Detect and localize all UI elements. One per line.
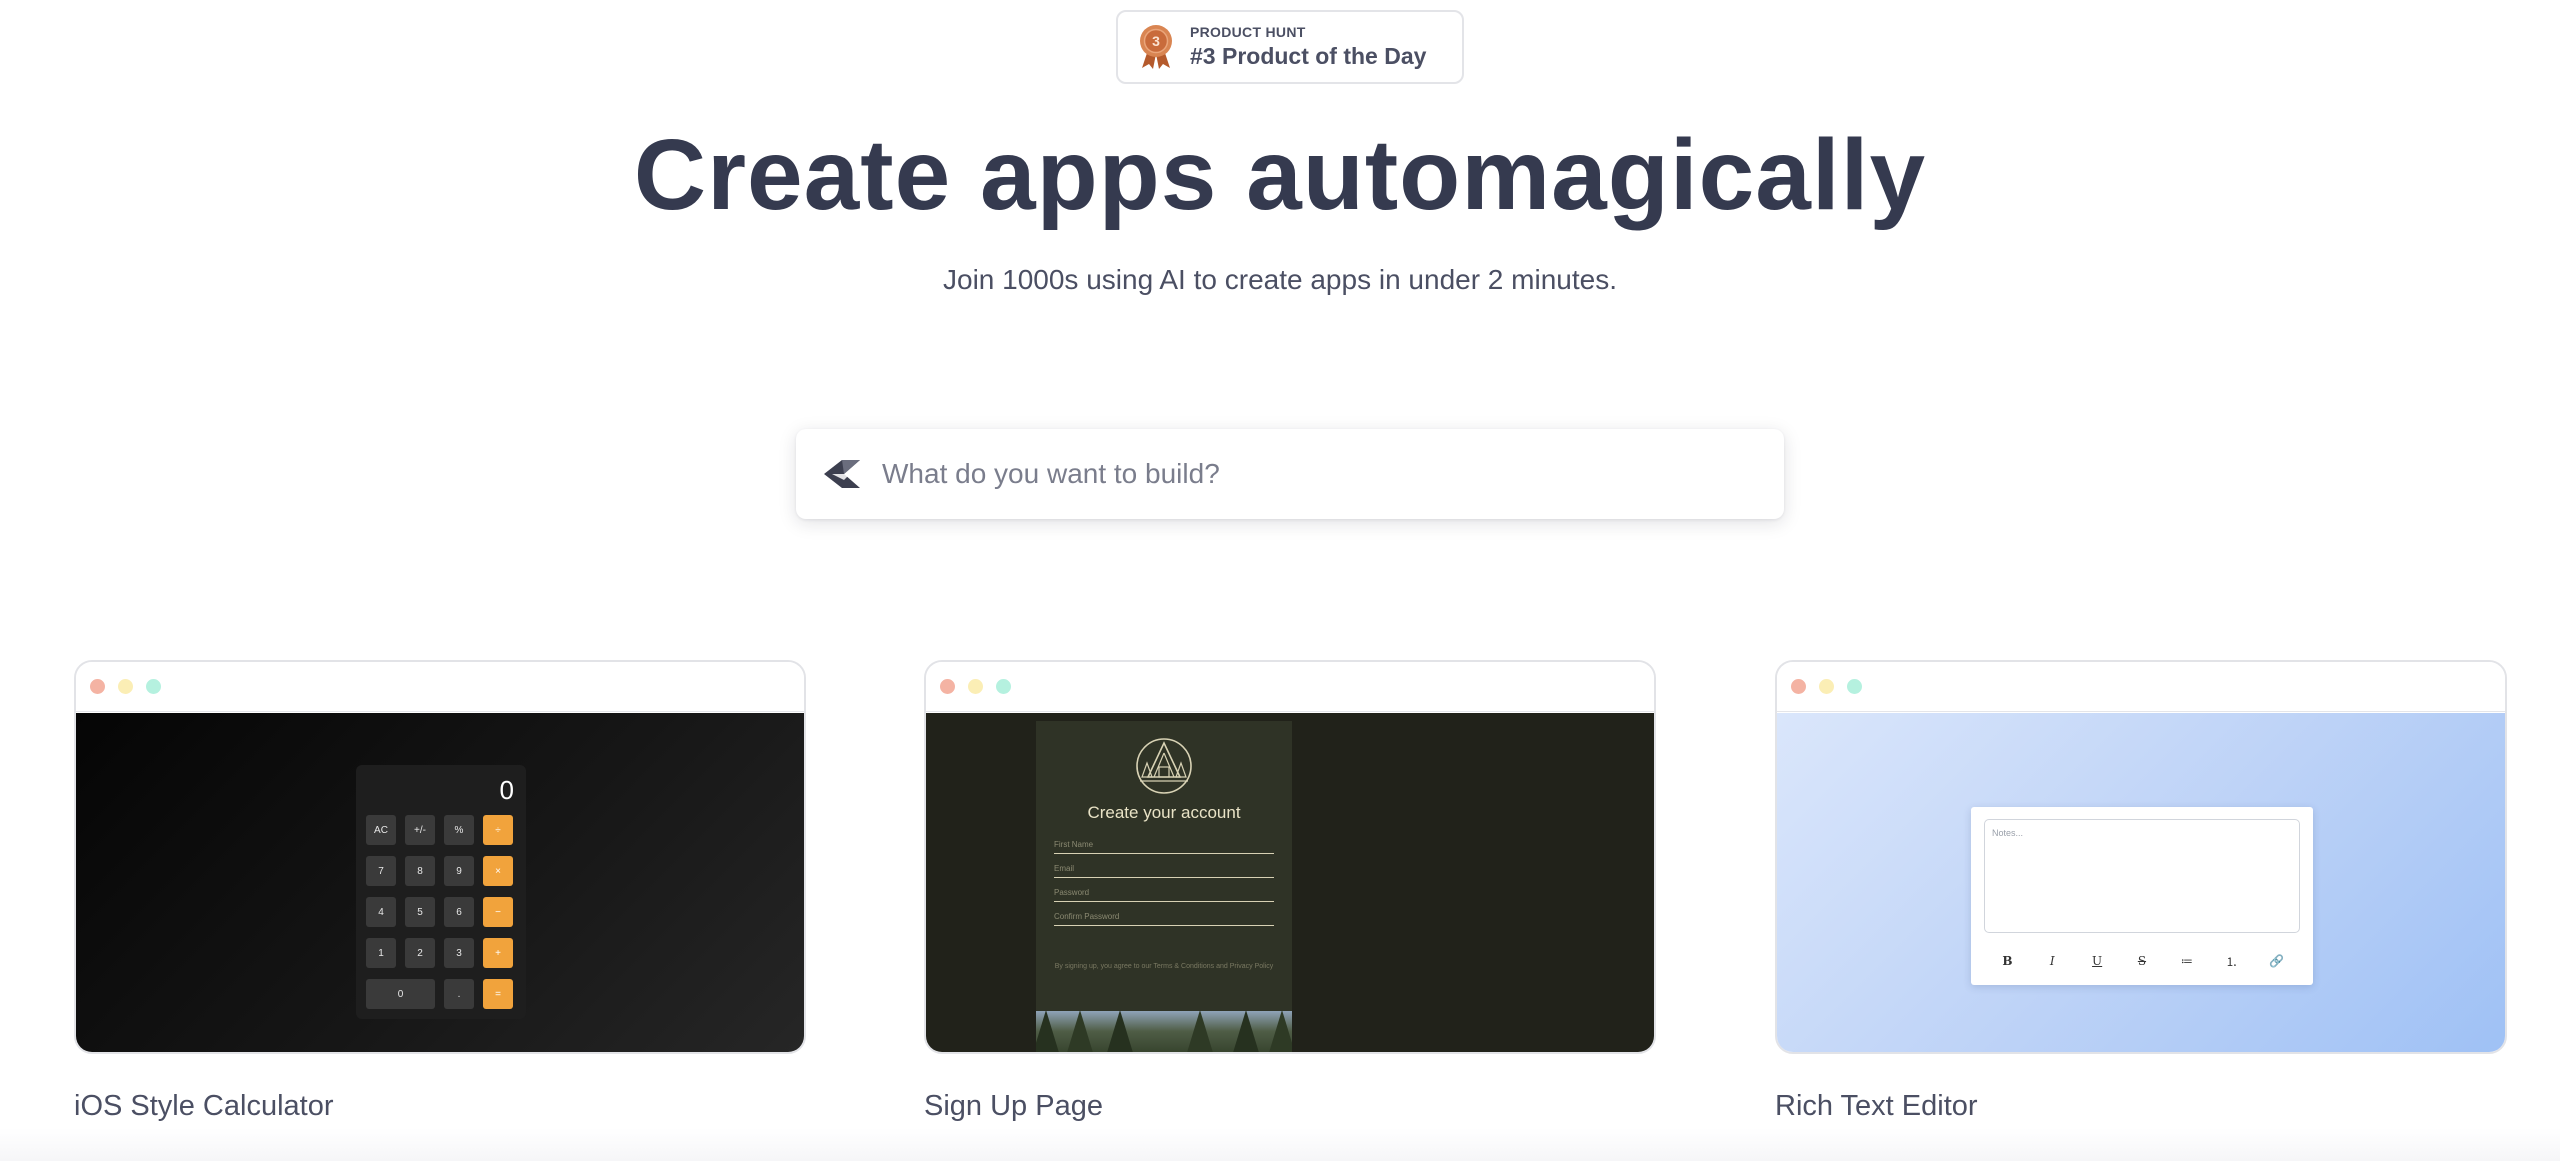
window-close-dot	[90, 679, 105, 694]
calculator-preview: 0 AC +/-% ÷ 7 8 9 × 4 5 6− 1 2 3 +0. =	[76, 713, 804, 1052]
prompt-box[interactable]	[796, 429, 1784, 519]
calculator-key: 4	[366, 897, 396, 927]
send-arrow-icon	[820, 454, 864, 494]
prompt-input[interactable]	[882, 444, 1784, 504]
calculator-key: ×	[483, 856, 513, 886]
card-title[interactable]: Sign Up Page	[924, 1090, 1656, 1123]
calculator-key: .	[444, 979, 474, 1009]
medal-icon: 3	[1136, 24, 1176, 70]
signup-field: Confirm Password	[1054, 910, 1274, 926]
bullet-list-icon: ≔	[2180, 954, 2193, 968]
page-title: Create apps automagically	[633, 119, 1927, 231]
calculator-key: 3	[444, 938, 474, 968]
product-hunt-badge[interactable]: 3 PRODUCT HUNT #3 Product of the Day	[1116, 10, 1464, 84]
window-maximize-dot	[1847, 679, 1862, 694]
editor-toolbar: B I U S ≔ ⒈ 🔗	[1971, 947, 2313, 975]
example-card-signup[interactable]: Create your account First Name Email Pas…	[924, 660, 1656, 1123]
window-close-dot	[1791, 679, 1806, 694]
strikethrough-icon: S	[2137, 954, 2147, 968]
calculator-key: 0	[366, 979, 435, 1009]
calculator-key: 5	[405, 897, 435, 927]
window-titlebar	[76, 662, 804, 712]
window-titlebar	[926, 662, 1654, 712]
forest-image	[1036, 1011, 1292, 1052]
link-icon: 🔗	[2269, 954, 2284, 968]
window-close-dot	[940, 679, 955, 694]
calculator-display: 0	[499, 775, 514, 805]
calculator-key: 2	[405, 938, 435, 968]
calculator-key: AC	[366, 815, 396, 845]
card-preview-window[interactable]: Create your account First Name Email Pas…	[924, 660, 1656, 1054]
italic-icon: I	[2049, 954, 2055, 968]
signup-title: Create your account	[1087, 803, 1241, 822]
cabin-logo-icon	[1134, 737, 1194, 795]
badge-caption: PRODUCT HUNT	[1190, 24, 1306, 40]
window-titlebar	[1777, 662, 2505, 712]
window-minimize-dot	[118, 679, 133, 694]
card-preview-window[interactable]: 0 AC +/-% ÷ 7 8 9 × 4 5 6− 1 2 3 +0. =	[74, 660, 806, 1054]
calculator-key: 1	[366, 938, 396, 968]
calculator-key: 9	[444, 856, 474, 886]
bold-icon: B	[2002, 954, 2013, 968]
calculator-key: −	[483, 897, 513, 927]
window-maximize-dot	[996, 679, 1011, 694]
window-maximize-dot	[146, 679, 161, 694]
numbered-list-icon: ⒈	[2225, 954, 2238, 969]
signup-terms: By signing up, you agree to our Terms & …	[1054, 963, 1274, 970]
page-subtitle: Join 1000s using AI to create apps in un…	[943, 264, 1617, 295]
calculator-key: +/-	[405, 815, 435, 845]
editor-panel: Notes... B I U S ≔ ⒈ 🔗	[1971, 807, 2313, 985]
window-minimize-dot	[968, 679, 983, 694]
calculator-key: 6	[444, 897, 474, 927]
underline-icon: U	[2092, 954, 2103, 968]
calculator-keypad: AC +/-% ÷ 7 8 9 × 4 5 6− 1 2 3 +0. =	[366, 815, 516, 1009]
calculator-key: =	[483, 979, 513, 1009]
notes-textarea: Notes...	[1984, 819, 2300, 933]
calculator-key: 7	[366, 856, 396, 886]
card-title[interactable]: iOS Style Calculator	[74, 1090, 806, 1123]
card-preview-window[interactable]: Notes... B I U S ≔ ⒈ 🔗	[1775, 660, 2507, 1054]
window-minimize-dot	[1819, 679, 1834, 694]
calculator-key: ÷	[483, 815, 513, 845]
card-title[interactable]: Rich Text Editor	[1775, 1090, 2507, 1123]
calculator-key: %	[444, 815, 474, 845]
calculator-key: 8	[405, 856, 435, 886]
signup-preview: Create your account First Name Email Pas…	[926, 713, 1654, 1052]
badge-title: #3 Product of the Day	[1190, 43, 1427, 69]
bottom-fade	[0, 1128, 2560, 1161]
signup-field: Password	[1054, 886, 1274, 902]
example-card-calculator[interactable]: 0 AC +/-% ÷ 7 8 9 × 4 5 6− 1 2 3 +0. = iOS Style Calcu…	[74, 660, 806, 1123]
medal-number: 3	[1152, 33, 1160, 49]
example-card-rich-text-editor[interactable]: Notes... B I U S ≔ ⒈ 🔗 Rich Text Editor	[1775, 660, 2507, 1123]
rich-text-editor-preview: Notes... B I U S ≔ ⒈ 🔗	[1777, 713, 2505, 1052]
signup-field: Email	[1054, 862, 1274, 878]
signup-panel: Create your account First Name Email Pas…	[1036, 721, 1292, 1052]
calculator: 0 AC +/-% ÷ 7 8 9 × 4 5 6− 1 2 3 +0. =	[356, 765, 526, 1019]
calculator-key: +	[483, 938, 513, 968]
signup-field: First Name	[1054, 838, 1274, 854]
